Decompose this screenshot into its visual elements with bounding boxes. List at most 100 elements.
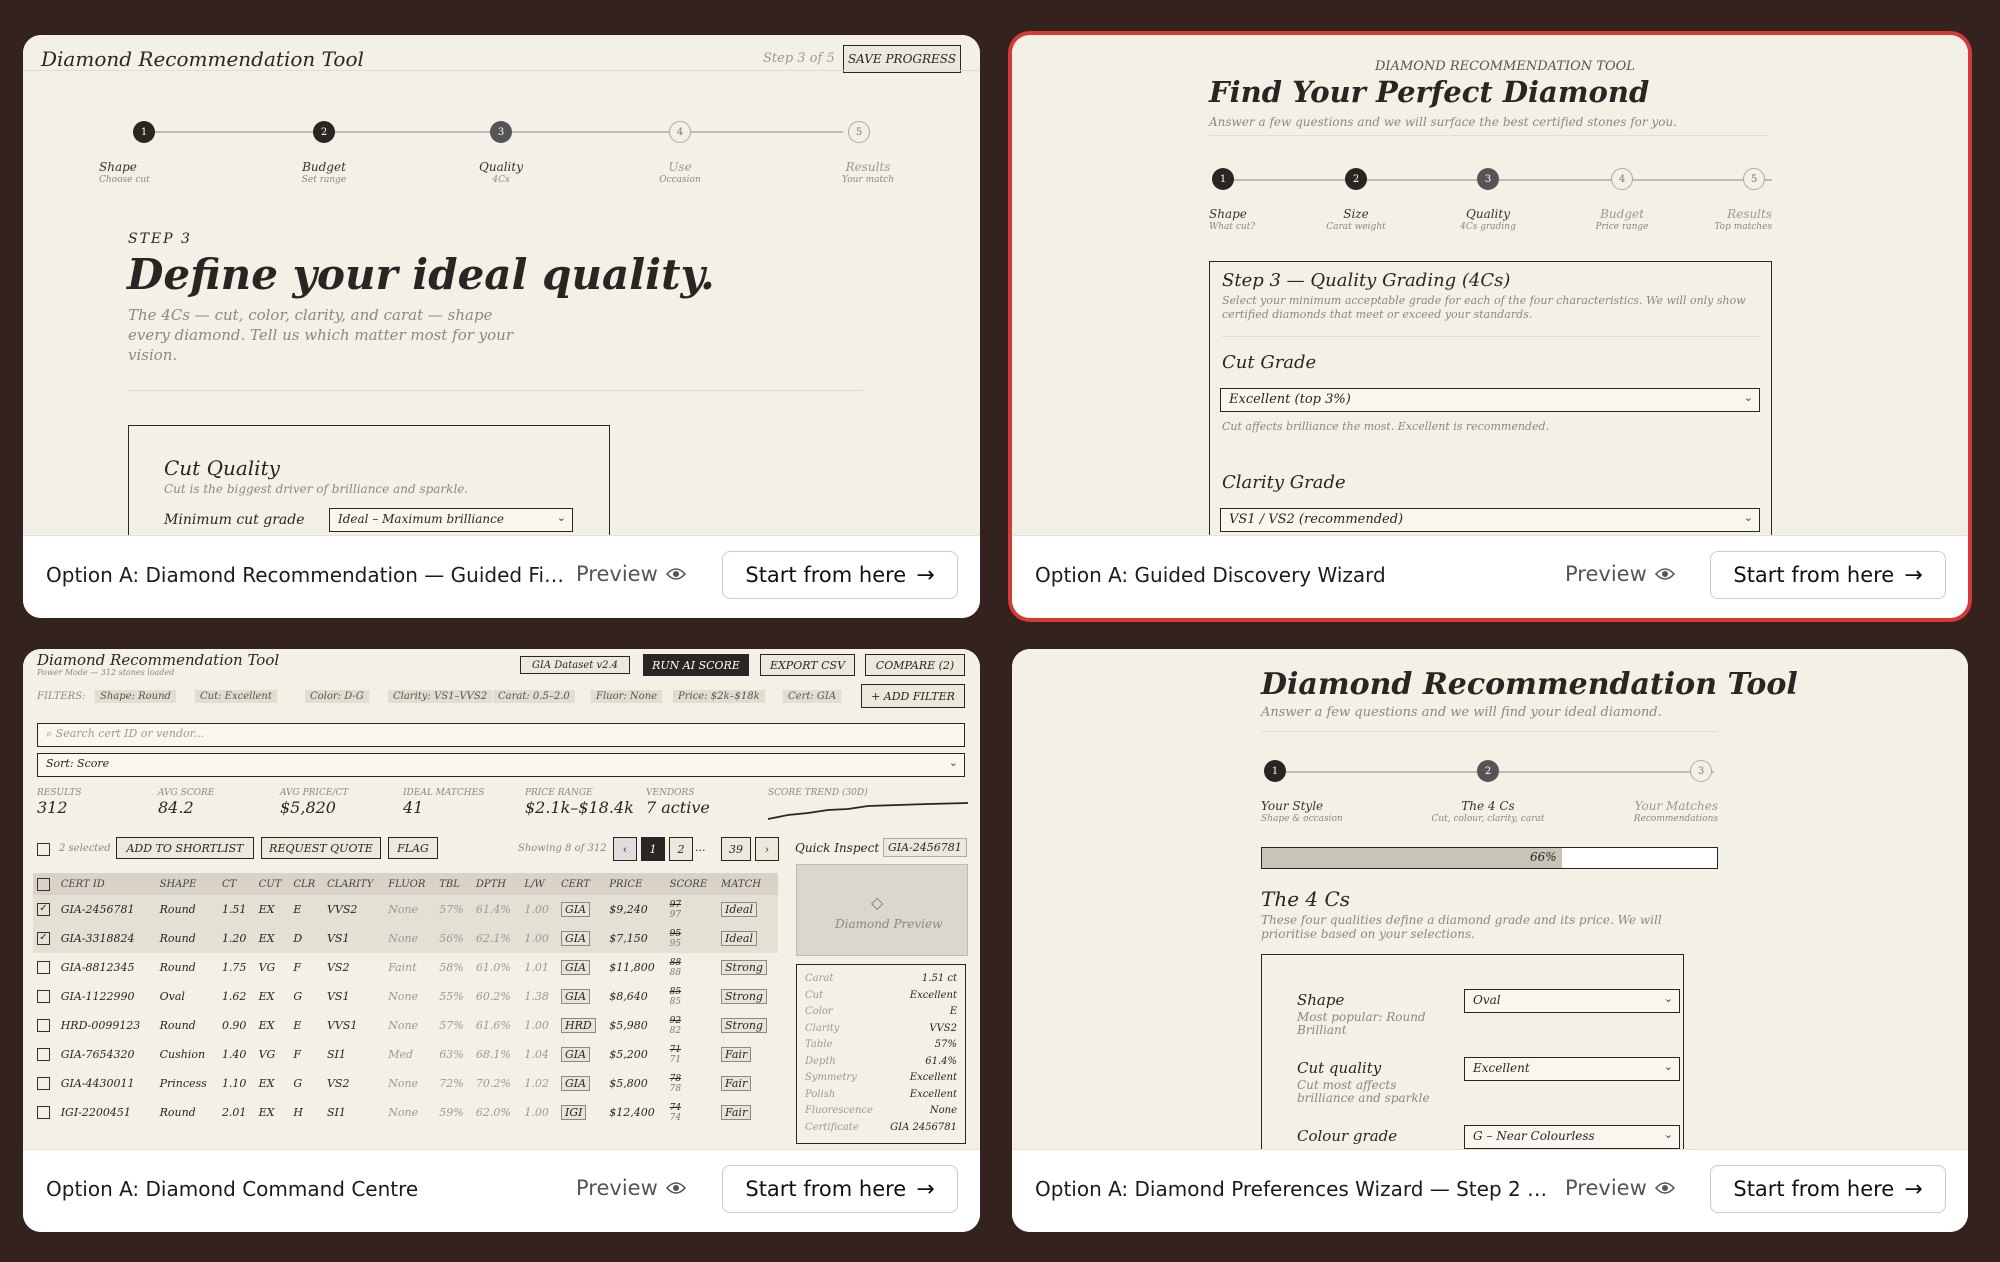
column-header[interactable]: MATCH [716,873,778,895]
row-checkbox[interactable] [33,953,57,982]
start-from-here-button[interactable]: Start from here → [722,551,958,599]
step-1-dot[interactable]: 1 [133,121,155,143]
preview-link[interactable]: Preview [576,562,686,586]
start-from-here-button[interactable]: Start from here → [722,1165,958,1213]
step-4-dot[interactable]: 4 [1611,168,1633,190]
cut-grade-select[interactable]: Excellent (top 3%) ⌄ [1220,388,1760,412]
column-header[interactable]: PRICE [605,873,666,895]
cell-match: Strong [717,1011,778,1040]
column-header[interactable]: FLUOR [384,873,436,895]
spec-row: Certificate GIA 2456781 [805,1122,957,1133]
column-header[interactable]: L/W [520,873,557,895]
page-2-button[interactable]: 2 [669,837,693,861]
table-header-row: CERT ID SHAPE CT CUT CLR CLARITY FLUOR TBL DPTH L… [33,873,778,895]
cell-lw: 1.00 [524,1019,549,1032]
filter-chip[interactable]: Clarity: VS1–VVS2 [388,690,493,703]
shape-hint: Most popular: Round Brilliant [1297,1010,1426,1037]
column-header[interactable]: SHAPE [155,873,218,895]
row-checkbox[interactable] [33,982,57,1011]
step-2-dot[interactable]: 2 [1477,760,1499,782]
add-filter-button[interactable]: + ADD FILTER [861,684,965,708]
run-ai-score-button[interactable]: RUN AI SCORE [643,654,749,676]
option-card-1[interactable]: Diamond Recommendation Tool Step 3 of 5 … [23,35,980,618]
start-from-here-button[interactable]: Start from here → [1710,551,1946,599]
filter-chip[interactable]: Price: $2k–$18k [673,690,765,703]
next-page-button[interactable]: › [755,837,779,861]
cell-score: 74 74 [666,1098,717,1127]
export-csv-button[interactable]: EXPORT CSV [760,654,855,676]
shape-select[interactable]: Oval ⌄ [1464,989,1680,1013]
table-row[interactable]: GIA-4430011 Princess 1.10 EX G VS2 None 72% 70.2… [33,1069,778,1098]
option-card-3[interactable]: Diamond Recommendation Tool Power Mode —… [23,649,980,1232]
row-checkbox[interactable] [33,1040,57,1069]
compare-button[interactable]: COMPARE (2) [865,654,965,676]
page-39-button[interactable]: 39 [721,837,751,861]
colour-grade-select[interactable]: G – Near Colourless ⌄ [1464,1125,1680,1149]
column-header[interactable]: TBL [435,873,472,895]
step-2-dot[interactable]: 2 [1345,168,1367,190]
column-header[interactable]: CT [217,873,255,895]
step-1-dot[interactable]: 1 [1212,168,1234,190]
option-card-4[interactable]: Diamond Recommendation Tool Answer a few… [1012,649,1968,1232]
min-cut-select[interactable]: Ideal – Maximum brilliance ⌄ [329,508,573,532]
column-header[interactable]: CERT ID [56,873,156,895]
column-header[interactable]: DPTH [471,873,521,895]
column-header[interactable]: CLR [289,873,323,895]
flag-button[interactable]: FLAG [388,837,438,859]
column-header[interactable]: CERT [557,873,606,895]
add-to-shortlist-button[interactable]: ADD TO SHORTLIST [116,837,254,859]
row-checkbox[interactable] [33,1069,57,1098]
preview-link[interactable]: Preview [1565,562,1675,586]
filter-chip[interactable]: Cut: Excellent [195,690,277,703]
table-row[interactable]: ✓ GIA-2456781 Round 1.51 EX E VVS2 None 57% 61.4%… [33,895,778,924]
table-row[interactable]: GIA-7654320 Cushion 1.40 VG F SI1 Med 63% 68.1% 1… [33,1040,778,1069]
cell-ct: 0.90 [221,1019,247,1032]
step-5-dot[interactable]: 5 [1743,168,1765,190]
table-row[interactable]: ✓ GIA-3318824 Round 1.20 EX D VS1 None 56% 62.1% 1… [33,924,778,953]
save-progress-button[interactable]: SAVE PROGRESS [843,45,961,73]
column-header[interactable]: CLARITY [322,873,385,895]
preview-link[interactable]: Preview [576,1176,686,1200]
cut-quality-select[interactable]: Excellent ⌄ [1464,1057,1680,1081]
filter-chip[interactable]: Shape: Round [95,690,176,703]
filter-chip[interactable]: Color: D-G [305,690,369,703]
row-checkbox[interactable] [33,1098,57,1127]
prev-page-button[interactable]: ‹ [613,837,637,861]
preview-link[interactable]: Preview [1565,1176,1675,1200]
sort-select[interactable]: Sort: Score ⌄ [37,753,965,777]
table-row[interactable]: GIA-1122990 Oval 1.62 EX G VS1 None 55% 60.2% 1.3… [33,982,778,1011]
cell-cut: EX [258,1019,275,1032]
step-4-dot[interactable]: 4 [669,121,691,143]
step-1-dot[interactable]: 1 [1264,760,1286,782]
step-3-dot[interactable]: 3 [490,121,512,143]
request-quote-button[interactable]: REQUEST QUOTE [261,837,381,859]
spec-row: Color E [805,1006,957,1017]
chevron-right-icon: › [764,842,770,856]
clarity-grade-select[interactable]: VS1 / VS2 (recommended) ⌄ [1220,508,1760,532]
step-3-dot[interactable]: 3 [1477,168,1499,190]
chevron-down-icon: ⌄ [1663,992,1673,1005]
step-5-dot[interactable]: 5 [848,121,870,143]
page-1-button[interactable]: 1 [641,837,665,861]
header-checkbox[interactable] [33,873,57,895]
step-2-dot[interactable]: 2 [313,121,335,143]
step-3-dot[interactable]: 3 [1690,760,1712,782]
option-card-2[interactable]: DIAMOND RECOMMENDATION TOOL Find Your Pe… [1012,35,1968,618]
step-2-sub: Cut, colour, clarity, carat [1431,814,1545,824]
row-checkbox[interactable]: ✓ [33,895,57,924]
filter-chip[interactable]: Cert: GIA [783,690,842,703]
row-checkbox[interactable]: ✓ [33,924,57,953]
filter-chip[interactable]: Carat: 0.5–2.0 [493,690,575,703]
column-header[interactable]: SCORE [665,873,717,895]
search-input[interactable]: ⌕ Search cert ID or vendor... [37,723,965,747]
column-header[interactable]: CUT [254,873,290,895]
table-row[interactable]: HRD-0099123 Round 0.90 EX E VVS1 None 57% 61.6% 1… [33,1011,778,1040]
select-all-checkbox[interactable] [37,842,50,856]
row-checkbox[interactable] [33,1011,57,1040]
start-from-here-button[interactable]: Start from here → [1710,1165,1946,1213]
table-row[interactable]: GIA-8812345 Round 1.75 VG F VS2 Faint 58% 61.0% 1… [33,953,778,982]
filter-chip[interactable]: Fluor: None [591,690,663,703]
table-row[interactable]: IGI-2200451 Round 2.01 EX H SI1 None 59% 62.0% 1.… [33,1098,778,1127]
stat-label: AVG SCORE [158,788,215,798]
score-value: 95 [669,938,682,949]
